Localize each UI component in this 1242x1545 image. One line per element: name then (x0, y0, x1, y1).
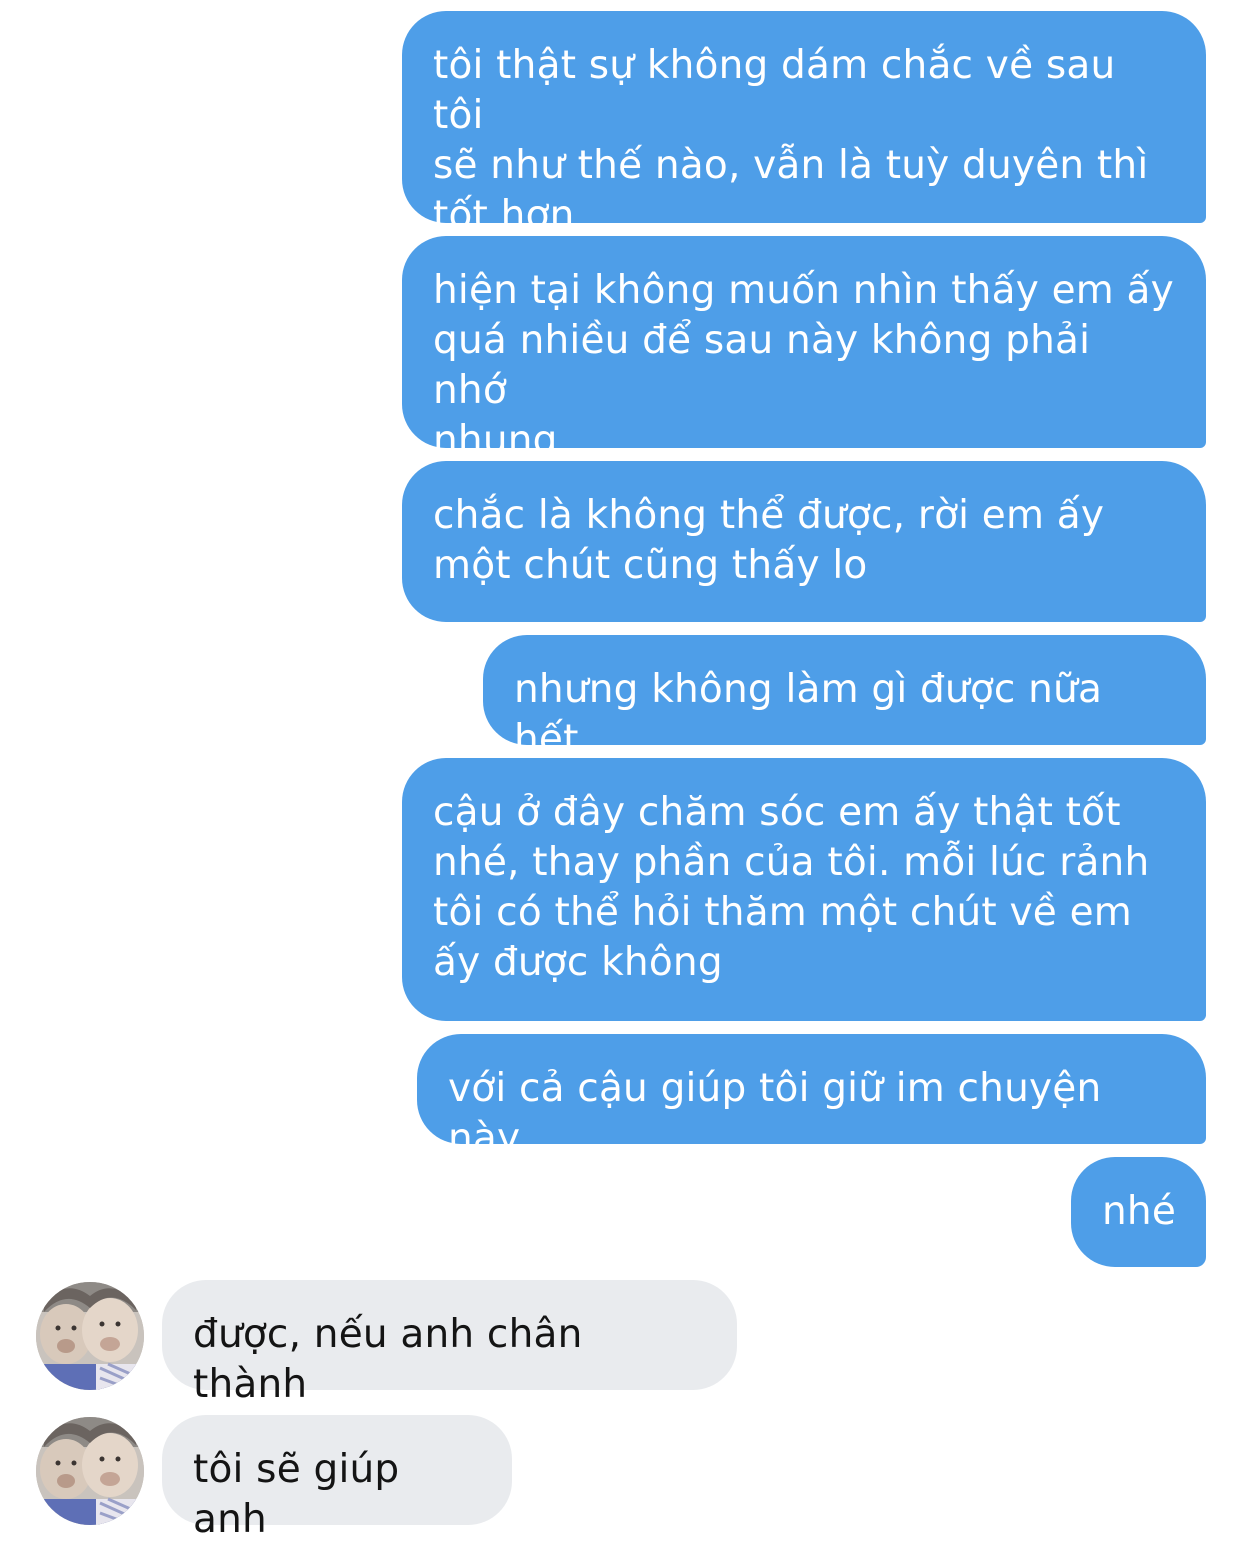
outgoing-message-bubble[interactable]: nhưng không làm gì được nữa hết (483, 635, 1206, 762)
outgoing-message-bubble[interactable]: hiện tại không muốn nhìn thấy em ấy quá … (402, 236, 1206, 463)
outgoing-message-bubble[interactable]: chắc là không thể được, rời em ấy một ch… (402, 461, 1206, 622)
outgoing-message-bubble[interactable]: cậu ở đây chăm sóc em ấy thật tốt nhé, t… (402, 758, 1206, 1021)
incoming-message-bubble[interactable]: được, nếu anh chân thành (162, 1280, 737, 1407)
contact-avatar[interactable] (36, 1282, 144, 1390)
incoming-message-bubble[interactable]: tôi sẽ giúp anh (162, 1415, 512, 1542)
outgoing-message-bubble[interactable]: với cả cậu giúp tôi giữ im chuyện này (417, 1034, 1206, 1161)
outgoing-message-bubble[interactable]: nhé (1071, 1157, 1206, 1267)
avatar-photo-icon (36, 1282, 144, 1390)
outgoing-message-bubble[interactable]: tôi thật sự không dám chắc về sau tôi sẽ… (402, 11, 1206, 238)
contact-avatar[interactable] (36, 1417, 144, 1525)
avatar-photo-icon (36, 1417, 144, 1525)
